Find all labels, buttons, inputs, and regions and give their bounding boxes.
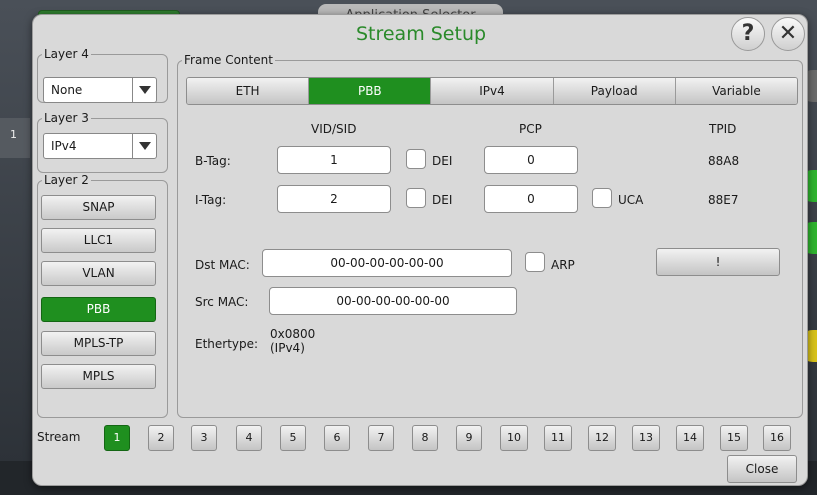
btag-vid-input[interactable]: 1 bbox=[277, 146, 391, 174]
stream-button-6[interactable]: 6 bbox=[324, 425, 350, 451]
stream-button-2[interactable]: 2 bbox=[148, 425, 174, 451]
layer2-llc1-button[interactable]: LLC1 bbox=[41, 228, 156, 253]
dst-mac-label: Dst MAC: bbox=[195, 258, 250, 272]
arp-checkbox[interactable] bbox=[525, 252, 545, 272]
itag-uca-label: UCA bbox=[618, 193, 644, 207]
stream-button-5[interactable]: 5 bbox=[280, 425, 306, 451]
chevron-down-icon bbox=[132, 78, 156, 102]
stream-button-3[interactable]: 3 bbox=[191, 425, 217, 451]
bg-left-marker: 1 bbox=[0, 118, 30, 158]
ethertype-value: 0x0800 bbox=[270, 327, 316, 341]
chevron-down-icon bbox=[132, 134, 156, 158]
stream-button-9[interactable]: 9 bbox=[456, 425, 482, 451]
stream-label: Stream bbox=[37, 430, 81, 444]
layer4-select[interactable]: None bbox=[43, 77, 157, 103]
stream-button-14[interactable]: 14 bbox=[676, 425, 704, 451]
layer3-value: IPv4 bbox=[51, 139, 77, 153]
ethertype-label: Ethertype: bbox=[195, 337, 259, 351]
stream-button-11[interactable]: 11 bbox=[544, 425, 572, 451]
stream-button-10[interactable]: 10 bbox=[500, 425, 528, 451]
arp-label: ARP bbox=[551, 258, 575, 272]
tab-pbb[interactable]: PBB bbox=[309, 78, 432, 104]
layer2-vlan-button[interactable]: VLAN bbox=[41, 261, 156, 286]
stream-button-15[interactable]: 15 bbox=[720, 425, 748, 451]
layer2-snap-button[interactable]: SNAP bbox=[41, 195, 156, 220]
help-button[interactable]: ? bbox=[731, 17, 765, 51]
src-mac-label: Src MAC: bbox=[195, 295, 249, 309]
tab-payload[interactable]: Payload bbox=[553, 78, 676, 104]
layer4-legend: Layer 4 bbox=[44, 47, 89, 61]
itag-label: I-Tag: bbox=[195, 193, 227, 207]
close-button[interactable]: Close bbox=[727, 455, 797, 483]
close-dialog-icon[interactable]: ✕ bbox=[771, 17, 805, 51]
btag-tpid-value: 88A8 bbox=[708, 154, 740, 168]
btag-label: B-Tag: bbox=[195, 154, 231, 168]
itag-tpid-value: 88E7 bbox=[708, 193, 739, 207]
btag-pcp-input[interactable]: 0 bbox=[484, 146, 578, 174]
itag-dei-label: DEI bbox=[432, 193, 453, 207]
bang-button[interactable]: ! bbox=[656, 248, 780, 276]
frame-content-legend: Frame Content bbox=[184, 53, 273, 67]
vid-sid-header: VID/SID bbox=[311, 122, 357, 136]
tab-variable[interactable]: Variable bbox=[675, 78, 797, 104]
frame-content-group: Frame Content bbox=[177, 53, 803, 418]
ethertype-sub: (IPv4) bbox=[270, 341, 305, 355]
btag-dei-label: DEI bbox=[432, 154, 453, 168]
layer2-mpls-tp-button[interactable]: MPLS-TP bbox=[41, 331, 156, 356]
stream-button-12[interactable]: 12 bbox=[588, 425, 616, 451]
stream-button-8[interactable]: 8 bbox=[412, 425, 438, 451]
src-mac-input[interactable]: 00-00-00-00-00-00 bbox=[269, 287, 517, 315]
itag-dei-checkbox[interactable] bbox=[406, 188, 426, 208]
layer3-legend: Layer 3 bbox=[44, 111, 89, 125]
tpid-header: TPID bbox=[709, 122, 737, 136]
frame-tabs: ETH PBB IPv4 Payload Variable bbox=[186, 77, 798, 105]
tab-eth[interactable]: ETH bbox=[187, 78, 310, 104]
dst-mac-input[interactable]: 00-00-00-00-00-00 bbox=[262, 249, 512, 277]
stream-button-7[interactable]: 7 bbox=[368, 425, 394, 451]
layer2-legend: Layer 2 bbox=[44, 173, 89, 187]
layer2-mpls-button[interactable]: MPLS bbox=[41, 364, 156, 389]
tab-ipv4[interactable]: IPv4 bbox=[431, 78, 554, 104]
itag-vid-input[interactable]: 2 bbox=[277, 185, 391, 213]
dialog-title: Stream Setup bbox=[355, 23, 487, 45]
stream-button-4[interactable]: 4 bbox=[236, 425, 262, 451]
layer2-pbb-button[interactable]: PBB bbox=[41, 297, 156, 322]
layer4-value: None bbox=[51, 83, 83, 97]
itag-pcp-input[interactable]: 0 bbox=[484, 185, 578, 213]
stream-button-16[interactable]: 16 bbox=[763, 425, 791, 451]
btag-dei-checkbox[interactable] bbox=[406, 149, 426, 169]
stream-button-13[interactable]: 13 bbox=[632, 425, 660, 451]
stream-setup-dialog: Stream Setup ? ✕ Layer 4 None Layer 3 IP… bbox=[32, 14, 808, 486]
itag-uca-checkbox[interactable] bbox=[592, 188, 612, 208]
stream-button-1[interactable]: 1 bbox=[104, 425, 130, 451]
layer3-select[interactable]: IPv4 bbox=[43, 133, 157, 159]
pcp-header: PCP bbox=[519, 122, 542, 136]
